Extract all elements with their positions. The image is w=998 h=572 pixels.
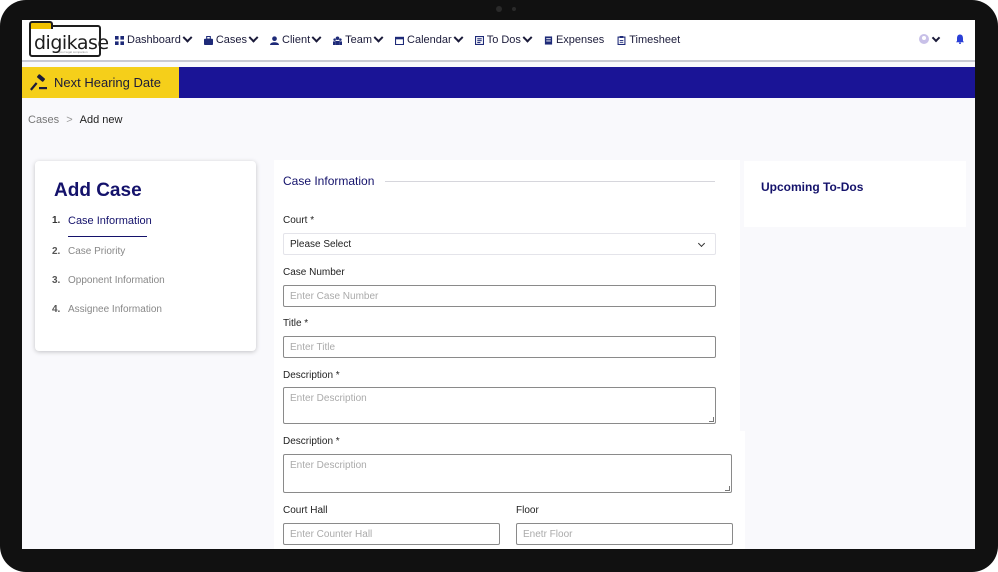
- breadcrumb-current: Add new: [79, 114, 123, 126]
- page-title: Add Case: [54, 180, 142, 201]
- step-case-information[interactable]: 1. Case Information: [52, 215, 152, 227]
- floor-input[interactable]: Enetr Floor: [516, 523, 733, 545]
- bell-icon[interactable]: [955, 34, 965, 44]
- header-actions: [919, 33, 965, 44]
- nav-team[interactable]: Team: [333, 32, 384, 46]
- chevron-down-icon: [522, 32, 533, 43]
- camera-dot: [496, 6, 502, 12]
- checklist-icon: [474, 35, 484, 45]
- description-textarea[interactable]: Enter Description: [283, 387, 716, 424]
- case-number-input[interactable]: Enter Case Number: [283, 285, 716, 307]
- receipt-icon: [544, 35, 553, 45]
- nav-client-label: Client: [282, 34, 311, 46]
- chevron-down-icon: [453, 32, 464, 43]
- top-navbar: digikase your legal companion Dashboard …: [22, 20, 975, 62]
- chevron-down-icon: [697, 239, 706, 248]
- description-textarea-2[interactable]: Enter Description: [283, 454, 732, 493]
- court-hall-label: Court Hall: [283, 505, 328, 516]
- calendar-icon: [395, 36, 405, 45]
- nav-timesheet[interactable]: Timesheet: [617, 34, 680, 46]
- court-select[interactable]: Please Select: [283, 233, 716, 255]
- logo-tagline: your legal companion: [59, 50, 88, 54]
- grid-icon: [115, 35, 124, 45]
- nav-calendar[interactable]: Calendar: [395, 32, 464, 46]
- nav-cases-label: Cases: [215, 34, 248, 46]
- nav-cases[interactable]: Cases: [203, 32, 259, 46]
- title-placeholder: Enter Title: [290, 342, 336, 353]
- floor-label: Floor: [516, 505, 539, 516]
- step-label: Case Priority: [68, 246, 126, 257]
- nav-todos[interactable]: To Dos: [474, 32, 533, 46]
- step-label: Assignee Information: [68, 304, 162, 315]
- description-label: Description *: [283, 370, 340, 381]
- nav-dashboard[interactable]: Dashboard: [115, 32, 193, 46]
- chevron-down-icon: [311, 32, 322, 43]
- section-divider: [385, 181, 715, 182]
- person-icon: [270, 35, 280, 45]
- next-hearing-label: Next Hearing Date: [54, 75, 161, 90]
- nav-dashboard-label: Dashboard: [127, 34, 181, 46]
- nav-expenses[interactable]: Expenses: [544, 34, 604, 46]
- active-step-underline: [68, 236, 147, 237]
- gavel-icon: [30, 73, 47, 91]
- step-assignee-information[interactable]: 4. Assignee Information: [52, 304, 162, 315]
- step-number: 4.: [52, 304, 61, 315]
- nav-client[interactable]: Client: [270, 32, 322, 46]
- step-number: 3.: [52, 275, 61, 286]
- resize-handle-icon[interactable]: [709, 417, 714, 422]
- upcoming-todos-panel: Upcoming To-Dos: [744, 161, 966, 227]
- user-avatar-icon[interactable]: [919, 34, 929, 44]
- clipboard-icon: [617, 35, 626, 45]
- briefcase-icon: [203, 35, 213, 45]
- court-select-value: Please Select: [290, 239, 352, 250]
- nav-expenses-label: Expenses: [555, 34, 605, 46]
- case-details-form: Description * Enter Description Court Ha…: [275, 431, 745, 549]
- court-hall-placeholder: Enter Counter Hall: [290, 529, 373, 540]
- next-hearing-tab[interactable]: Next Hearing Date: [22, 67, 179, 98]
- app-screen: digikase your legal companion Dashboard …: [22, 20, 975, 549]
- nav-todos-label: To Dos: [486, 34, 521, 46]
- tablet-frame: digikase your legal companion Dashboard …: [0, 0, 998, 572]
- chevron-down-icon[interactable]: [931, 33, 941, 42]
- resize-handle-icon[interactable]: [725, 486, 730, 491]
- section-title: Case Information: [283, 174, 375, 188]
- team-icon: [333, 35, 343, 45]
- step-number: 2.: [52, 246, 61, 257]
- title-input[interactable]: Enter Title: [283, 336, 716, 358]
- title-label: Title *: [283, 318, 309, 329]
- breadcrumb-separator: >: [66, 114, 73, 126]
- step-label: Case Information: [68, 215, 152, 227]
- floor-placeholder: Enetr Floor: [523, 529, 573, 540]
- case-number-placeholder: Enter Case Number: [290, 291, 379, 302]
- description-label-2: Description *: [283, 436, 340, 447]
- sensor-dot: [512, 7, 516, 11]
- main-menu: Dashboard Cases Client Team Calendar To …: [115, 20, 693, 60]
- nav-team-label: Team: [345, 34, 373, 46]
- logo-folder-tab: [29, 21, 53, 29]
- add-case-stepper: Add Case 1. Case Information 2. Case Pri…: [35, 161, 256, 351]
- upcoming-todos-title: Upcoming To-Dos: [761, 180, 864, 194]
- step-opponent-information[interactable]: 3. Opponent Information: [52, 275, 165, 286]
- description-placeholder: Enter Description: [290, 393, 367, 404]
- step-number: 1.: [52, 215, 61, 226]
- nav-timesheet-label: Timesheet: [629, 34, 681, 46]
- description-placeholder-2: Enter Description: [290, 460, 367, 471]
- step-case-priority[interactable]: 2. Case Priority: [52, 246, 125, 257]
- court-label: Court *: [283, 215, 315, 226]
- step-label: Opponent Information: [68, 275, 165, 286]
- chevron-down-icon: [373, 32, 384, 43]
- chevron-down-icon: [248, 32, 259, 43]
- court-hall-input[interactable]: Enter Counter Hall: [283, 523, 500, 545]
- nav-calendar-label: Calendar: [407, 34, 452, 46]
- digikase-logo[interactable]: digikase your legal companion: [29, 21, 109, 57]
- breadcrumb-cases-link[interactable]: Cases: [28, 114, 59, 126]
- breadcrumb: Cases > Add new: [28, 114, 122, 126]
- case-number-label: Case Number: [283, 267, 345, 278]
- next-hearing-banner: Next Hearing Date: [22, 67, 975, 98]
- chevron-down-icon: [182, 32, 193, 43]
